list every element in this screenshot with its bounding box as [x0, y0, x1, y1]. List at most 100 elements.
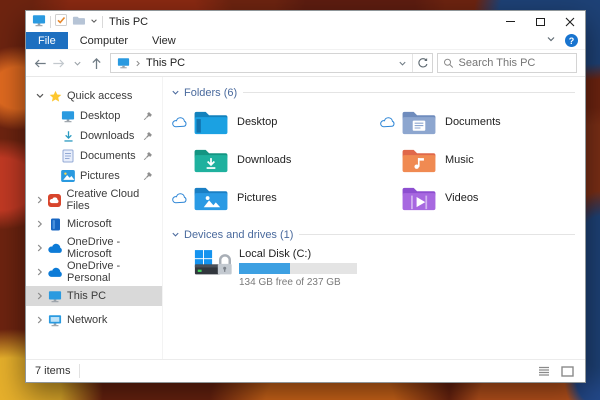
sidebar-item-label: This PC — [67, 290, 107, 302]
sidebar-item-downloads[interactable]: Downloads — [26, 126, 162, 146]
folder-tile-downloads[interactable]: Downloads — [171, 142, 367, 178]
help-button[interactable]: ? — [565, 34, 578, 47]
recent-locations-dropdown[interactable] — [68, 53, 87, 73]
search-input[interactable] — [458, 57, 571, 69]
downloads-folder-icon — [192, 146, 230, 175]
pin-icon — [143, 111, 153, 124]
folder-tile-desktop[interactable]: Desktop — [171, 104, 367, 140]
ribbon-tab-computer[interactable]: Computer — [68, 32, 140, 49]
maximize-button[interactable] — [525, 11, 555, 32]
breadcrumb-location: This PC — [146, 57, 186, 69]
sidebar-item-documents[interactable]: Documents — [26, 146, 162, 166]
up-button[interactable] — [87, 53, 106, 73]
minimize-button[interactable] — [495, 11, 525, 32]
folder-name: Pictures — [237, 192, 277, 204]
sidebar-item-onedrive-personal[interactable]: OneDrive - Personal — [26, 260, 162, 284]
folder-name: Music — [445, 154, 474, 166]
this-pc-icon — [32, 14, 46, 30]
large-icons-view-button[interactable] — [559, 363, 576, 380]
sidebar-item-desktop[interactable]: Desktop — [26, 106, 162, 126]
documents-folder-icon — [400, 108, 438, 137]
main-area: Quick access Desktop Downloads Documents Pic… — [26, 77, 585, 359]
maximize-icon — [535, 17, 545, 26]
folder-name: Documents — [445, 116, 501, 128]
folder-tile-videos[interactable]: Videos — [379, 180, 575, 216]
drives-group-header[interactable]: Devices and drives (1) — [171, 226, 575, 243]
search-icon — [444, 58, 454, 68]
document-icon — [60, 149, 76, 163]
drives-group-label: Devices and drives (1) — [184, 228, 294, 241]
chevron-right-icon[interactable] — [32, 267, 47, 277]
explorer-window: This PC File Computer View ? This PC Sea… — [25, 10, 586, 383]
sidebar-item-this-pc[interactable]: This PC — [26, 286, 162, 306]
chevron-right-icon[interactable] — [32, 243, 47, 253]
chevron-down-icon[interactable] — [32, 91, 47, 101]
chevron-right-icon[interactable] — [32, 315, 47, 325]
sidebar-item-label: Creative Cloud Files — [66, 188, 140, 212]
videos-folder-icon — [400, 184, 438, 213]
content-pane: Folders (6) Desktop Documents Downloads Mus… — [163, 77, 585, 359]
refresh-icon — [417, 58, 427, 68]
items-count: 7 items — [35, 365, 71, 377]
pictures-folder-icon — [192, 184, 230, 213]
back-button[interactable] — [30, 53, 49, 73]
star-icon — [47, 90, 63, 103]
folder-tile-music[interactable]: Music — [379, 142, 575, 178]
folders-group-header[interactable]: Folders (6) — [171, 84, 575, 101]
view-toggles — [535, 363, 576, 380]
sidebar-item-microsoft[interactable]: Microsoft — [26, 214, 162, 234]
sidebar-item-network[interactable]: Network — [26, 310, 162, 330]
ribbon-tabs: File Computer View ? — [26, 32, 585, 50]
chevron-right-icon[interactable] — [32, 195, 47, 205]
sidebar-item-creative-cloud-files[interactable]: Creative Cloud Files — [26, 188, 162, 212]
drives-list: Local Disk (C:) 134 GB free of 237 GB — [171, 248, 575, 288]
breadcrumb[interactable]: This PC — [111, 57, 392, 69]
group-header-rule — [243, 92, 575, 93]
sidebar-item-pictures[interactable]: Pictures — [26, 166, 162, 186]
chevron-down-icon — [171, 88, 180, 97]
folder-tile-documents[interactable]: Documents — [379, 104, 575, 140]
ribbon-tab-list: File Computer View — [26, 32, 188, 49]
chevron-right-icon[interactable] — [32, 291, 47, 301]
search-box[interactable] — [437, 53, 577, 73]
sidebar-item-quick-access[interactable]: Quick access — [26, 86, 162, 106]
address-dropdown-button[interactable] — [392, 54, 412, 72]
window-title: This PC — [109, 15, 149, 28]
capacity-bar-fill — [239, 263, 291, 274]
close-icon — [565, 17, 575, 26]
drive-tile-local-disk-c[interactable]: Local Disk (C:) 134 GB free of 237 GB — [193, 248, 575, 288]
ribbon-right-controls: ? — [546, 32, 578, 49]
folder-tile-pictures[interactable]: Pictures — [171, 180, 367, 216]
ribbon-tab-view[interactable]: View — [140, 32, 188, 49]
address-bar: This PC — [26, 50, 585, 77]
new-folder-button[interactable] — [72, 15, 85, 29]
expand-ribbon-button[interactable] — [546, 34, 556, 47]
window-controls — [495, 11, 585, 32]
chevron-right-icon — [136, 60, 140, 66]
pc-icon — [47, 290, 63, 303]
properties-button[interactable] — [55, 14, 67, 29]
quick-access-toolbar — [55, 14, 98, 29]
details-view-icon — [538, 366, 549, 376]
cloud-status-icon — [171, 192, 192, 204]
customize-qat-dropdown[interactable] — [90, 16, 98, 28]
titlebar[interactable]: This PC — [26, 11, 585, 32]
folder-name: Desktop — [237, 116, 278, 128]
refresh-button[interactable] — [412, 54, 432, 72]
folders-grid: Desktop Documents Downloads Music Pictures Vi… — [171, 104, 575, 216]
titlebar-separator — [102, 15, 103, 28]
titlebar-separator — [50, 15, 51, 28]
group-header-rule — [299, 234, 575, 235]
this-pc-icon — [117, 58, 130, 69]
sidebar-item-label: Documents — [80, 150, 136, 162]
sidebar-item-onedrive-microsoft[interactable]: OneDrive - Microsoft — [26, 236, 162, 260]
cloud-status-icon — [171, 116, 192, 128]
details-view-button[interactable] — [535, 363, 552, 380]
ribbon-tab-file[interactable]: File — [26, 32, 68, 49]
close-button[interactable] — [555, 11, 585, 32]
forward-button[interactable] — [49, 53, 68, 73]
chevron-right-icon[interactable] — [32, 219, 47, 229]
sidebar-item-label: OneDrive - Microsoft — [67, 236, 121, 260]
drive-free-space: 134 GB free of 237 GB — [239, 277, 341, 288]
address-box[interactable]: This PC — [110, 53, 433, 73]
